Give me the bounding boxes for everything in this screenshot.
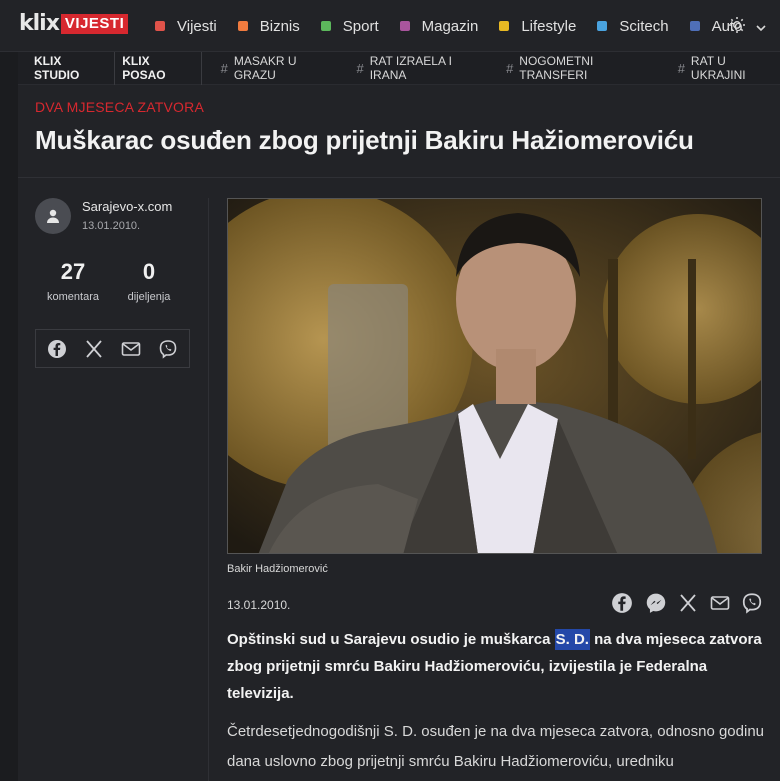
image-caption: Bakir Hadžiomerović: [227, 563, 328, 575]
klix-posao-link[interactable]: KLIX POSAO: [115, 51, 202, 85]
hashtag-icon: #: [356, 60, 364, 76]
author-block: Sarajevo-x.com 13.01.2010.: [35, 198, 172, 234]
share-box: [35, 329, 190, 368]
user-icon: [47, 209, 59, 223]
x-twitter-icon[interactable]: [678, 592, 698, 614]
article-image[interactable]: [227, 198, 762, 554]
facebook-icon[interactable]: [611, 592, 633, 614]
column-divider: [208, 198, 209, 781]
article-source[interactable]: Sarajevo-x.com: [82, 198, 172, 216]
nav-dot: [499, 21, 510, 31]
secondary-nav: KLIX STUDIO KLIX POSAO # MASAKR U GRAZU #…: [18, 51, 780, 85]
share-row: [611, 592, 763, 614]
article-kicker: DVA MJESECA ZATVORA: [35, 99, 204, 115]
photo-illustration: [228, 199, 761, 553]
nav-label: Sport: [342, 17, 379, 35]
nav-label: Lifestyle: [521, 17, 577, 35]
main-nav: Vijesti Biznis Sport Magazin Lifestyle S…: [155, 0, 763, 52]
hashtag-icon: #: [677, 60, 685, 76]
tag-masakr-u-grazu[interactable]: # MASAKR U GRAZU: [221, 54, 338, 82]
tag-label: RAT IZRAELA I IRANA: [369, 54, 452, 82]
top-navbar: klix VIJESTI Vijesti Biznis Sport Magazi…: [0, 0, 780, 52]
shares-count: 0: [142, 259, 156, 284]
x-twitter-icon[interactable]: [84, 339, 104, 359]
article-body-paragraph: Četrdesetjednogodišnji S. D. osuđen je n…: [227, 723, 765, 770]
klix-studio-link[interactable]: KLIX STUDIO: [18, 51, 116, 85]
tag-nogometni-transferi[interactable]: # NOGOMETNI TRANSFERI: [506, 54, 659, 82]
tag-label: RAT U UKRAJINI: [690, 54, 746, 82]
viber-icon[interactable]: [741, 592, 763, 614]
theme-toggle-button[interactable]: [728, 16, 766, 39]
divider: [18, 177, 780, 178]
comments-count: 27: [60, 259, 86, 284]
shares-label: dijeljenja: [127, 291, 171, 303]
selected-text-highlight[interactable]: S. D.: [554, 629, 590, 650]
logo-klix-text: klix: [19, 11, 60, 36]
tag-rat-izraela-i-irana[interactable]: # RAT IZRAELA I IRANA: [356, 54, 487, 82]
article-title: Muškarac osuđen zbog prijetnji Bakiru Ha…: [35, 125, 694, 155]
viber-icon[interactable]: [158, 339, 178, 359]
nav-item-magazin[interactable]: Magazin: [399, 17, 479, 35]
chevron-down-icon: [756, 19, 766, 37]
nav-dot: [237, 21, 248, 31]
messenger-icon[interactable]: [645, 592, 667, 614]
article-container: DVA MJESECA ZATVORA Muškarac osuđen zbog…: [18, 85, 780, 781]
email-icon[interactable]: [710, 592, 730, 614]
article-lead: Opštinski sud u Sarajevu osudio je muška…: [227, 626, 767, 707]
email-icon[interactable]: [121, 341, 141, 357]
nav-label: Biznis: [259, 17, 300, 35]
nav-label: Vijesti: [177, 17, 217, 35]
nav-item-vijesti[interactable]: Vijesti: [155, 18, 217, 35]
hashtag-icon: #: [220, 60, 228, 76]
tag-label: NOGOMETNI TRANSFERI: [519, 54, 594, 82]
nav-dot: [399, 21, 410, 31]
nav-dot: [597, 21, 608, 31]
sun-icon: [728, 16, 746, 39]
published-date: 13.01.2010.: [227, 598, 291, 612]
comments-label: komentara: [47, 291, 99, 303]
nav-dot: [689, 21, 700, 31]
nav-item-biznis[interactable]: Biznis: [237, 17, 300, 35]
tag-rat-u-ukrajini[interactable]: # RAT U UKRAJINI: [678, 54, 780, 82]
avatar: [35, 198, 71, 234]
facebook-icon[interactable]: [47, 339, 67, 359]
hashtag-icon: #: [506, 60, 514, 76]
nav-dot: [320, 21, 331, 31]
tag-label: MASAKR U GRAZU: [233, 54, 297, 82]
nav-label: Scitech: [619, 17, 669, 35]
nav-item-lifestyle[interactable]: Lifestyle: [499, 18, 576, 35]
nav-dot: [155, 21, 165, 31]
article-stats: 27 komentara 0 dijeljenja: [35, 259, 187, 303]
comments-stat[interactable]: 27 komentara: [35, 259, 111, 303]
nav-item-sport[interactable]: Sport: [320, 17, 379, 35]
site-logo[interactable]: klix VIJESTI: [19, 11, 129, 36]
shares-stat: 0 dijeljenja: [111, 259, 187, 303]
article-date: 13.01.2010.: [82, 220, 141, 232]
lead-text: Opštinski sud u Sarajevu osudio je muška…: [227, 631, 555, 648]
logo-section-badge: VIJESTI: [60, 14, 129, 34]
nav-label: Magazin: [421, 17, 479, 35]
nav-item-scitech[interactable]: Scitech: [597, 17, 669, 35]
